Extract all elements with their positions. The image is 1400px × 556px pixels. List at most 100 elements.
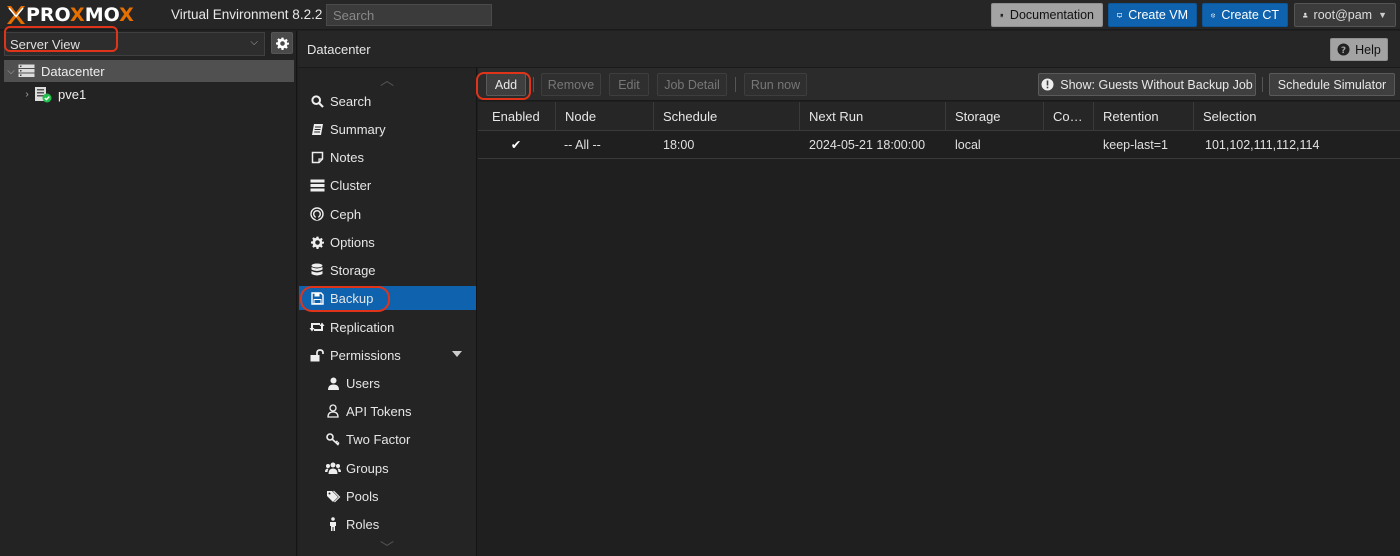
page-title: Datacenter bbox=[307, 42, 371, 57]
user-menu-button[interactable]: root@pam ▼ bbox=[1294, 3, 1396, 27]
schedule-simulator-button[interactable]: Schedule Simulator bbox=[1269, 73, 1395, 96]
nav-item-label: Groups bbox=[346, 460, 389, 476]
tree-node-pve1[interactable]: › pve1 bbox=[20, 83, 310, 105]
nav-item-label: API Tokens bbox=[346, 403, 412, 419]
nav-item-label: Permissions bbox=[330, 347, 401, 363]
documentation-button[interactable]: Documentation bbox=[991, 3, 1103, 27]
column-header-node[interactable]: Node bbox=[556, 102, 654, 131]
create-ct-button[interactable]: Create CT bbox=[1202, 3, 1288, 27]
nav-item-storage[interactable]: Storage bbox=[299, 258, 476, 282]
view-selector[interactable]: Server View ⌵ bbox=[4, 32, 265, 56]
nav-item-label: Ceph bbox=[330, 206, 362, 222]
nav-item-users[interactable]: Users bbox=[299, 371, 476, 395]
remove-button[interactable]: Remove bbox=[541, 73, 601, 96]
create-vm-button[interactable]: Create VM bbox=[1108, 3, 1197, 27]
help-button[interactable]: ? Help bbox=[1330, 38, 1388, 61]
nav-item-cluster[interactable]: Cluster bbox=[299, 173, 476, 197]
users-icon bbox=[325, 460, 341, 476]
column-header-selection[interactable]: Selection bbox=[1194, 102, 1400, 131]
server-online-icon bbox=[35, 86, 52, 102]
scroll-up-icon[interactable]: ︿ bbox=[380, 70, 394, 90]
nav-item-notes[interactable]: Notes bbox=[299, 145, 476, 169]
nav-item-label: Backup bbox=[330, 290, 374, 306]
user-icon bbox=[325, 375, 341, 391]
table-row[interactable]: ✔ -- All -- 18:00 2024-05-21 18:00:00 lo… bbox=[478, 131, 1400, 159]
column-header-storage[interactable]: Storage bbox=[946, 102, 1044, 131]
cell-node: -- All -- bbox=[564, 138, 601, 152]
toolbar-separator bbox=[533, 77, 534, 92]
floppy-icon bbox=[309, 290, 325, 306]
scroll-down-icon[interactable]: ﹀ bbox=[380, 538, 394, 556]
tree-node-datacenter[interactable]: ⌵ Datacenter bbox=[4, 60, 294, 82]
user-outline-icon bbox=[325, 403, 341, 419]
gear-icon bbox=[309, 234, 325, 250]
column-header-next-run[interactable]: Next Run bbox=[800, 102, 946, 131]
nav-item-options[interactable]: Options bbox=[299, 230, 476, 254]
cell-schedule: 18:00 bbox=[663, 138, 695, 152]
book-icon bbox=[1000, 13, 1004, 17]
nav-item-groups[interactable]: Groups bbox=[299, 456, 476, 480]
nav-item-label: Options bbox=[330, 234, 375, 250]
create-ct-label: Create CT bbox=[1221, 8, 1279, 22]
nav-item-pools[interactable]: Pools bbox=[299, 484, 476, 508]
content-header: Datacenter ? Help bbox=[298, 31, 1400, 68]
nav-item-permissions[interactable]: Permissions bbox=[299, 343, 476, 367]
proxmox-x-icon bbox=[7, 6, 25, 24]
nav-item-backup[interactable]: Backup bbox=[299, 286, 476, 310]
edit-button[interactable]: Edit bbox=[609, 73, 649, 96]
backup-jobs-grid: Enabled Node Schedule Next Run Storage C… bbox=[478, 102, 1400, 556]
chevron-down-icon: ▼ bbox=[1378, 10, 1387, 20]
column-header-retention[interactable]: Retention bbox=[1094, 102, 1194, 131]
proxmox-logo[interactable]: PROXMOX bbox=[6, 4, 134, 26]
edit-label: Edit bbox=[618, 77, 640, 92]
nav-item-label: Pools bbox=[346, 488, 379, 504]
nav-item-label: Roles bbox=[346, 516, 380, 532]
show-guests-without-backup-button[interactable]: Show: Guests Without Backup Job bbox=[1038, 73, 1256, 96]
column-header-schedule[interactable]: Schedule bbox=[654, 102, 800, 131]
backup-toolbar: Add Remove Edit Job Detail Run now Show:… bbox=[478, 68, 1400, 101]
chevron-down-icon: ⌵ bbox=[250, 37, 258, 48]
tree-node-label: pve1 bbox=[58, 86, 87, 102]
grid-header: Enabled Node Schedule Next Run Storage C… bbox=[478, 102, 1400, 131]
nav-item-two-factor[interactable]: Two Factor bbox=[299, 427, 476, 451]
global-search-input[interactable] bbox=[326, 4, 492, 26]
database-icon bbox=[309, 262, 325, 278]
logo-wordmark: PROXMOX bbox=[26, 4, 134, 26]
expander-icon[interactable]: › bbox=[20, 89, 34, 100]
nav-item-replication[interactable]: Replication bbox=[299, 315, 476, 339]
toolbar-separator bbox=[1262, 77, 1263, 92]
view-selector-value: Server View bbox=[10, 37, 80, 52]
cell-retention: keep-last=1 bbox=[1103, 138, 1168, 152]
run-now-label: Run now bbox=[750, 77, 801, 92]
notes-icon bbox=[309, 149, 325, 165]
top-bar: PROXMOX Virtual Environment 8.2.2 Docume… bbox=[0, 0, 1400, 30]
column-header-enabled[interactable]: Enabled bbox=[478, 102, 556, 131]
nav-item-label: Search bbox=[330, 93, 372, 109]
cell-next-run: 2024-05-21 18:00:00 bbox=[809, 138, 926, 152]
expander-icon[interactable]: ⌵ bbox=[4, 66, 18, 77]
nav-item-search[interactable]: Search bbox=[299, 89, 476, 113]
job-detail-button[interactable]: Job Detail bbox=[657, 73, 727, 96]
documentation-label: Documentation bbox=[1009, 8, 1094, 22]
tree-settings-button[interactable] bbox=[271, 32, 293, 54]
product-version: Virtual Environment 8.2.2 bbox=[171, 7, 323, 22]
nav-item-label: Notes bbox=[330, 149, 364, 165]
enabled-check-icon: ✔ bbox=[510, 138, 522, 152]
svg-text:?: ? bbox=[1341, 46, 1346, 56]
nav-item-api-tokens[interactable]: API Tokens bbox=[299, 399, 476, 423]
cube-icon bbox=[1211, 12, 1216, 18]
column-header-comment[interactable]: Co… bbox=[1044, 102, 1094, 131]
help-label: Help bbox=[1355, 42, 1381, 57]
expand-caret-icon[interactable] bbox=[452, 351, 462, 357]
add-label: Add bbox=[494, 77, 518, 92]
add-button[interactable]: Add bbox=[486, 73, 526, 96]
run-now-button[interactable]: Run now bbox=[744, 73, 807, 96]
nav-item-summary[interactable]: Summary bbox=[299, 117, 476, 141]
datacenter-nav-menu: ︿ Search Summary Notes Cluster Ceph Opti… bbox=[298, 68, 477, 556]
create-vm-label: Create VM bbox=[1128, 8, 1188, 22]
nav-item-roles[interactable]: Roles bbox=[299, 512, 476, 536]
nav-item-ceph[interactable]: Ceph bbox=[299, 202, 476, 226]
cell-comment bbox=[1044, 131, 1094, 159]
key-icon bbox=[325, 431, 341, 447]
resource-tree-panel: Server View ⌵ bbox=[0, 31, 297, 556]
